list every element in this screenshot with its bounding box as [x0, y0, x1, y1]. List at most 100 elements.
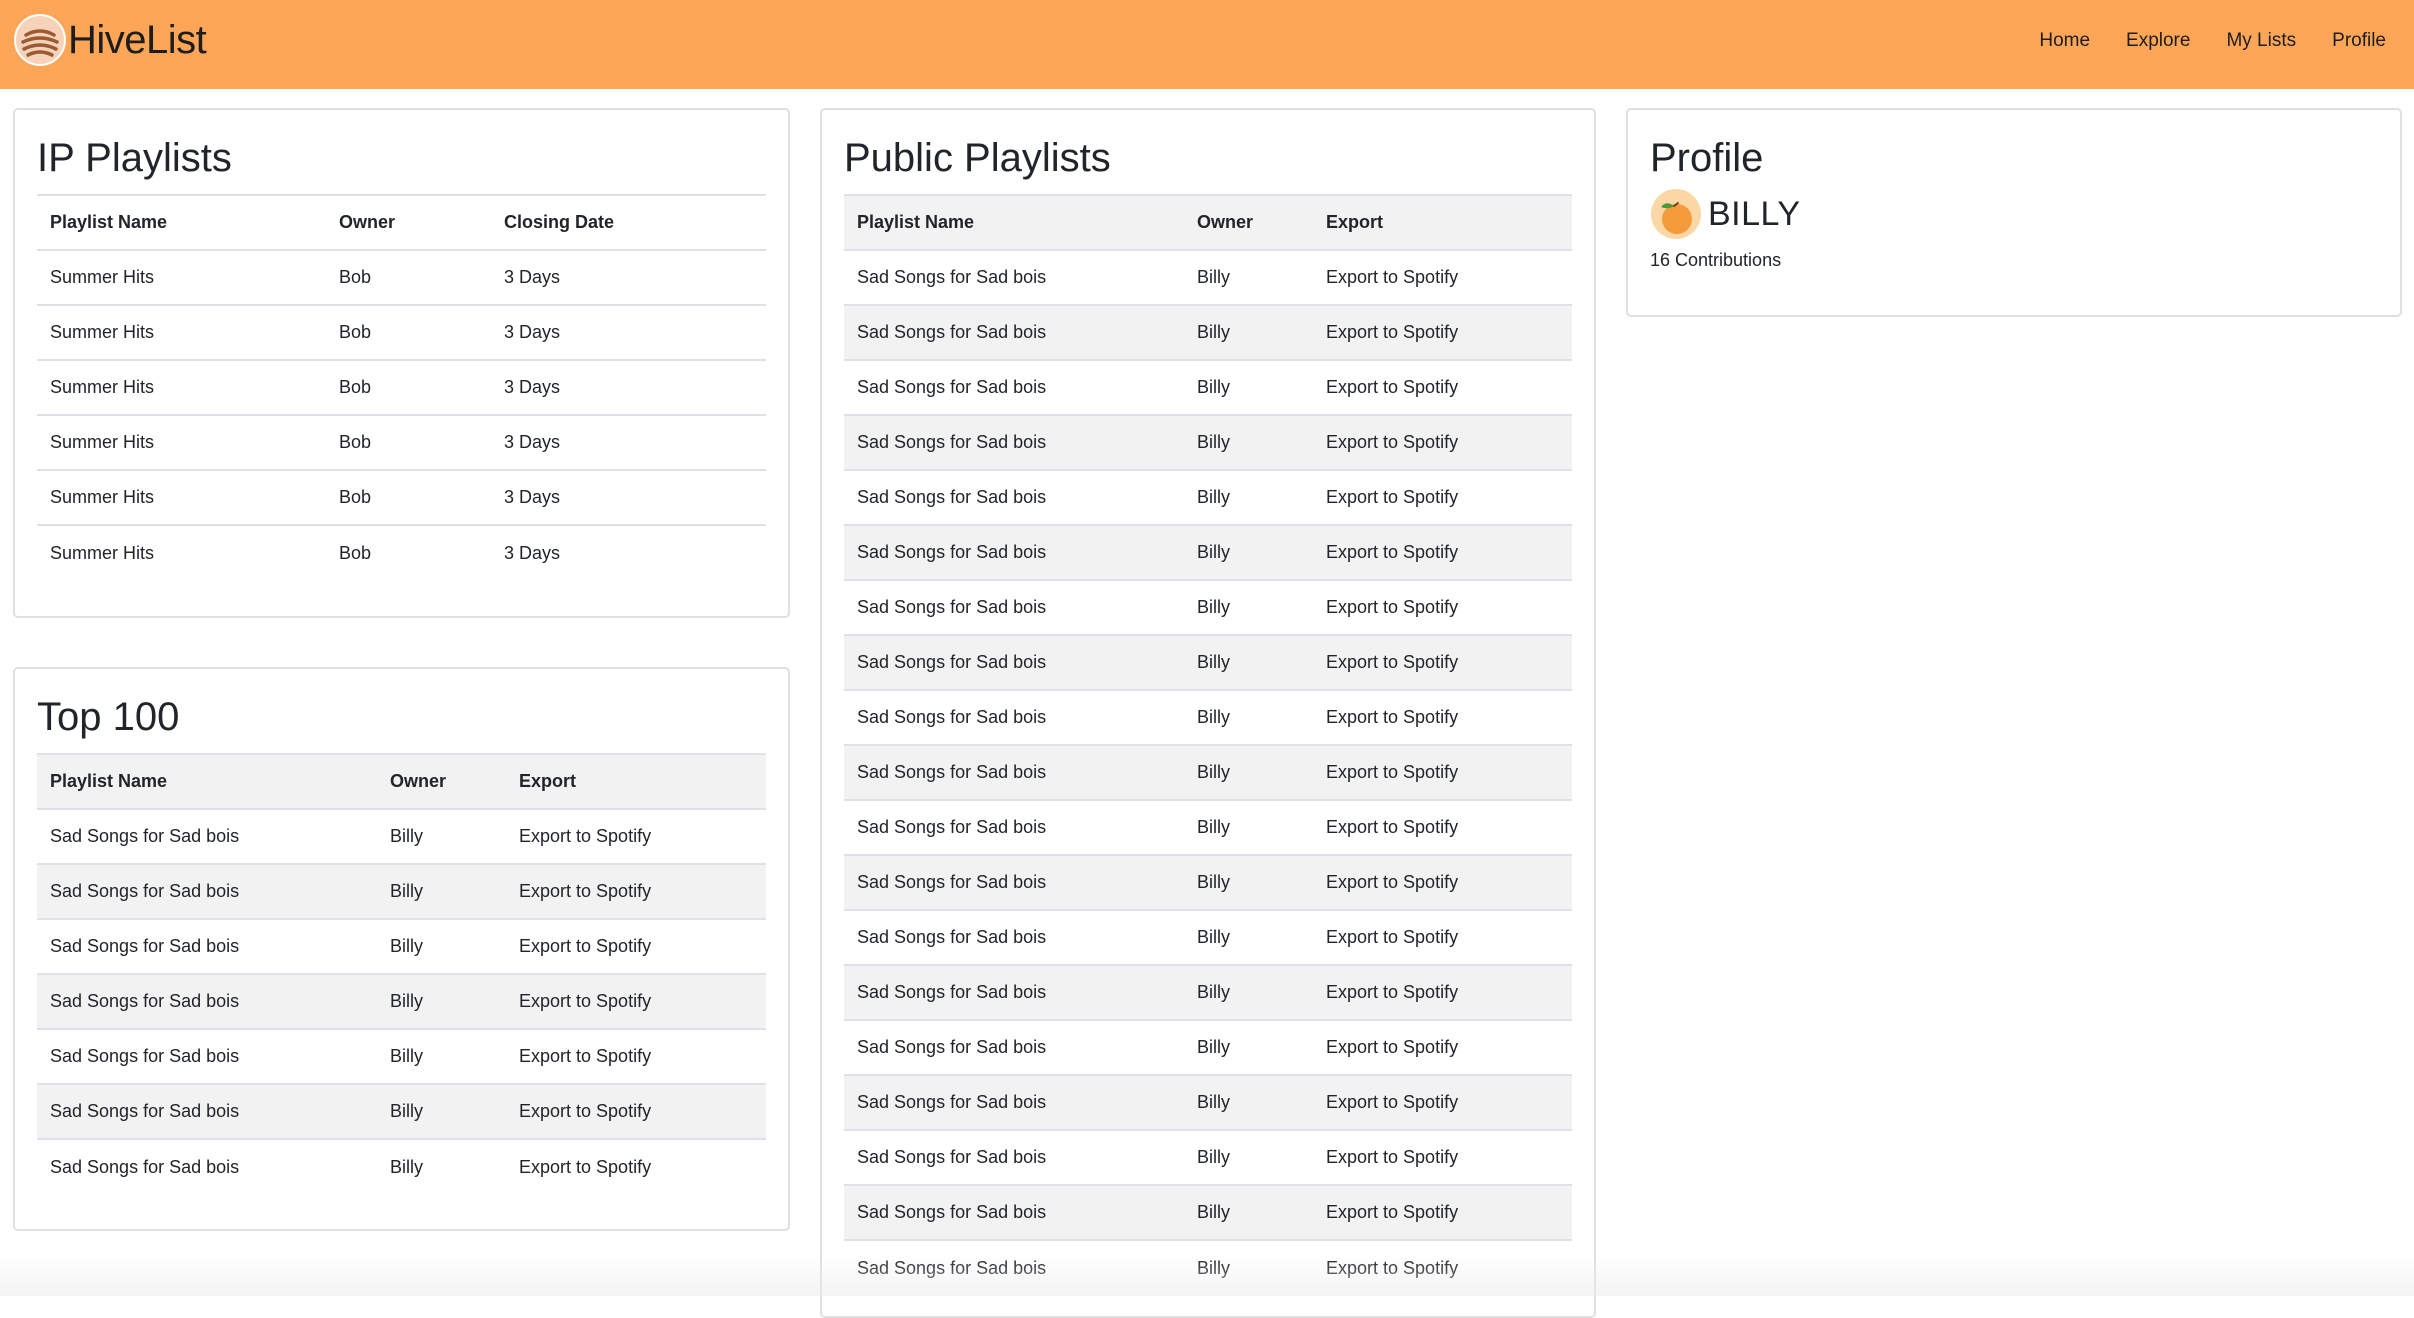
nav-explore[interactable]: Explore	[2126, 30, 2190, 52]
table-row[interactable]: Summer HitsBob3 Days	[37, 525, 766, 580]
table-row[interactable]: Sad Songs for Sad boisBillyExport to Spo…	[844, 415, 1572, 470]
table-row[interactable]: Sad Songs for Sad boisBillyExport to Spo…	[844, 690, 1572, 745]
export-to-spotify-link[interactable]: Export to Spotify	[1313, 910, 1572, 965]
table-row[interactable]: Sad Songs for Sad boisBillyExport to Spo…	[844, 250, 1572, 305]
brand[interactable]: HiveList	[14, 14, 206, 66]
owner-cell: Billy	[1184, 305, 1313, 360]
playlist-name-cell: Sad Songs for Sad bois	[844, 1130, 1184, 1185]
table-row[interactable]: Summer HitsBob3 Days	[37, 305, 766, 360]
export-to-spotify-link[interactable]: Export to Spotify	[1313, 800, 1572, 855]
owner-cell: Billy	[377, 1084, 506, 1139]
table-row[interactable]: Sad Songs for Sad boisBillyExport to Spo…	[844, 470, 1572, 525]
table-row[interactable]: Sad Songs for Sad boisBillyExport to Spo…	[844, 800, 1572, 855]
owner-cell: Billy	[377, 1139, 506, 1194]
table-row[interactable]: Sad Songs for Sad boisBillyExport to Spo…	[844, 1240, 1572, 1295]
profile-title: Profile	[1650, 138, 2378, 178]
table-row[interactable]: Summer HitsBob3 Days	[37, 470, 766, 525]
table-row[interactable]: Sad Songs for Sad boisBillyExport to Spo…	[844, 635, 1572, 690]
playlist-name-cell: Sad Songs for Sad bois	[37, 1139, 377, 1194]
orange-fruit-avatar-icon[interactable]	[1650, 188, 1702, 240]
table-row[interactable]: Sad Songs for Sad boisBillyExport to Spo…	[844, 1075, 1572, 1130]
column-header: Owner	[1184, 195, 1313, 250]
profile-username[interactable]: BILLY	[1708, 195, 1801, 234]
closing-date-cell: 3 Days	[491, 305, 766, 360]
playlist-name-cell: Sad Songs for Sad bois	[37, 1084, 377, 1139]
nav-profile[interactable]: Profile	[2332, 30, 2386, 52]
table-row[interactable]: Sad Songs for Sad boisBillyExport to Spo…	[844, 1130, 1572, 1185]
table-row[interactable]: Sad Songs for Sad boisBillyExport to Spo…	[37, 1029, 766, 1084]
nav-links: Home Explore My Lists Profile	[2003, 30, 2386, 52]
playlist-name-cell: Sad Songs for Sad bois	[37, 864, 377, 919]
export-to-spotify-link[interactable]: Export to Spotify	[1313, 635, 1572, 690]
playlist-name-cell: Sad Songs for Sad bois	[844, 360, 1184, 415]
column-header: Playlist Name	[844, 195, 1184, 250]
export-to-spotify-link[interactable]: Export to Spotify	[1313, 1185, 1572, 1240]
playlist-name-cell: Sad Songs for Sad bois	[844, 965, 1184, 1020]
export-to-spotify-link[interactable]: Export to Spotify	[1313, 1075, 1572, 1130]
export-to-spotify-link[interactable]: Export to Spotify	[1313, 360, 1572, 415]
export-to-spotify-link[interactable]: Export to Spotify	[1313, 250, 1572, 305]
export-to-spotify-link[interactable]: Export to Spotify	[506, 1029, 766, 1084]
table-row[interactable]: Sad Songs for Sad boisBillyExport to Spo…	[37, 864, 766, 919]
export-to-spotify-link[interactable]: Export to Spotify	[1313, 690, 1572, 745]
owner-cell: Bob	[326, 305, 491, 360]
table-row[interactable]: Sad Songs for Sad boisBillyExport to Spo…	[844, 360, 1572, 415]
table-row[interactable]: Sad Songs for Sad boisBillyExport to Spo…	[844, 580, 1572, 635]
nav-home[interactable]: Home	[2039, 30, 2090, 52]
public-playlists-title: Public Playlists	[844, 138, 1572, 178]
playlist-name-cell: Summer Hits	[37, 305, 326, 360]
playlist-name-cell: Sad Songs for Sad bois	[37, 809, 377, 864]
table-row[interactable]: Sad Songs for Sad boisBillyExport to Spo…	[844, 745, 1572, 800]
column-header: Playlist Name	[37, 195, 326, 250]
nav-my-lists[interactable]: My Lists	[2226, 30, 2296, 52]
export-to-spotify-link[interactable]: Export to Spotify	[1313, 470, 1572, 525]
brand-name: HiveList	[68, 18, 206, 63]
table-row[interactable]: Summer HitsBob3 Days	[37, 415, 766, 470]
export-to-spotify-link[interactable]: Export to Spotify	[1313, 1020, 1572, 1075]
table-row[interactable]: Sad Songs for Sad boisBillyExport to Spo…	[844, 855, 1572, 910]
export-to-spotify-link[interactable]: Export to Spotify	[506, 974, 766, 1029]
closing-date-cell: 3 Days	[491, 250, 766, 305]
export-to-spotify-link[interactable]: Export to Spotify	[1313, 305, 1572, 360]
export-to-spotify-link[interactable]: Export to Spotify	[1313, 965, 1572, 1020]
export-to-spotify-link[interactable]: Export to Spotify	[1313, 1130, 1572, 1185]
export-to-spotify-link[interactable]: Export to Spotify	[1313, 855, 1572, 910]
playlist-name-cell: Sad Songs for Sad bois	[844, 470, 1184, 525]
export-to-spotify-link[interactable]: Export to Spotify	[506, 1084, 766, 1139]
table-row[interactable]: Sad Songs for Sad boisBillyExport to Spo…	[844, 1185, 1572, 1240]
owner-cell: Bob	[326, 470, 491, 525]
table-row[interactable]: Sad Songs for Sad boisBillyExport to Spo…	[844, 965, 1572, 1020]
owner-cell: Billy	[1184, 580, 1313, 635]
table-row[interactable]: Summer HitsBob3 Days	[37, 250, 766, 305]
table-row[interactable]: Sad Songs for Sad boisBillyExport to Spo…	[37, 1084, 766, 1139]
export-to-spotify-link[interactable]: Export to Spotify	[1313, 745, 1572, 800]
table-row[interactable]: Sad Songs for Sad boisBillyExport to Spo…	[37, 809, 766, 864]
owner-cell: Billy	[1184, 855, 1313, 910]
export-to-spotify-link[interactable]: Export to Spotify	[506, 809, 766, 864]
export-to-spotify-link[interactable]: Export to Spotify	[1313, 525, 1572, 580]
closing-date-cell: 3 Days	[491, 360, 766, 415]
owner-cell: Billy	[1184, 525, 1313, 580]
playlist-name-cell: Summer Hits	[37, 525, 326, 580]
table-row[interactable]: Sad Songs for Sad boisBillyExport to Spo…	[844, 305, 1572, 360]
table-row[interactable]: Sad Songs for Sad boisBillyExport to Spo…	[844, 525, 1572, 580]
ip-playlists-title: IP Playlists	[37, 138, 766, 178]
export-to-spotify-link[interactable]: Export to Spotify	[506, 919, 766, 974]
table-row[interactable]: Sad Songs for Sad boisBillyExport to Spo…	[844, 1020, 1572, 1075]
export-to-spotify-link[interactable]: Export to Spotify	[1313, 580, 1572, 635]
playlist-name-cell: Sad Songs for Sad bois	[844, 635, 1184, 690]
playlist-name-cell: Summer Hits	[37, 415, 326, 470]
owner-cell: Bob	[326, 360, 491, 415]
table-row[interactable]: Sad Songs for Sad boisBillyExport to Spo…	[37, 919, 766, 974]
export-to-spotify-link[interactable]: Export to Spotify	[506, 864, 766, 919]
table-row[interactable]: Summer HitsBob3 Days	[37, 360, 766, 415]
table-row[interactable]: Sad Songs for Sad boisBillyExport to Spo…	[37, 1139, 766, 1194]
export-to-spotify-link[interactable]: Export to Spotify	[506, 1139, 766, 1194]
owner-cell: Billy	[1184, 1130, 1313, 1185]
table-row[interactable]: Sad Songs for Sad boisBillyExport to Spo…	[37, 974, 766, 1029]
export-to-spotify-link[interactable]: Export to Spotify	[1313, 415, 1572, 470]
owner-cell: Billy	[377, 864, 506, 919]
playlist-name-cell: Sad Songs for Sad bois	[844, 415, 1184, 470]
table-row[interactable]: Sad Songs for Sad boisBillyExport to Spo…	[844, 910, 1572, 965]
export-to-spotify-link[interactable]: Export to Spotify	[1313, 1240, 1572, 1295]
